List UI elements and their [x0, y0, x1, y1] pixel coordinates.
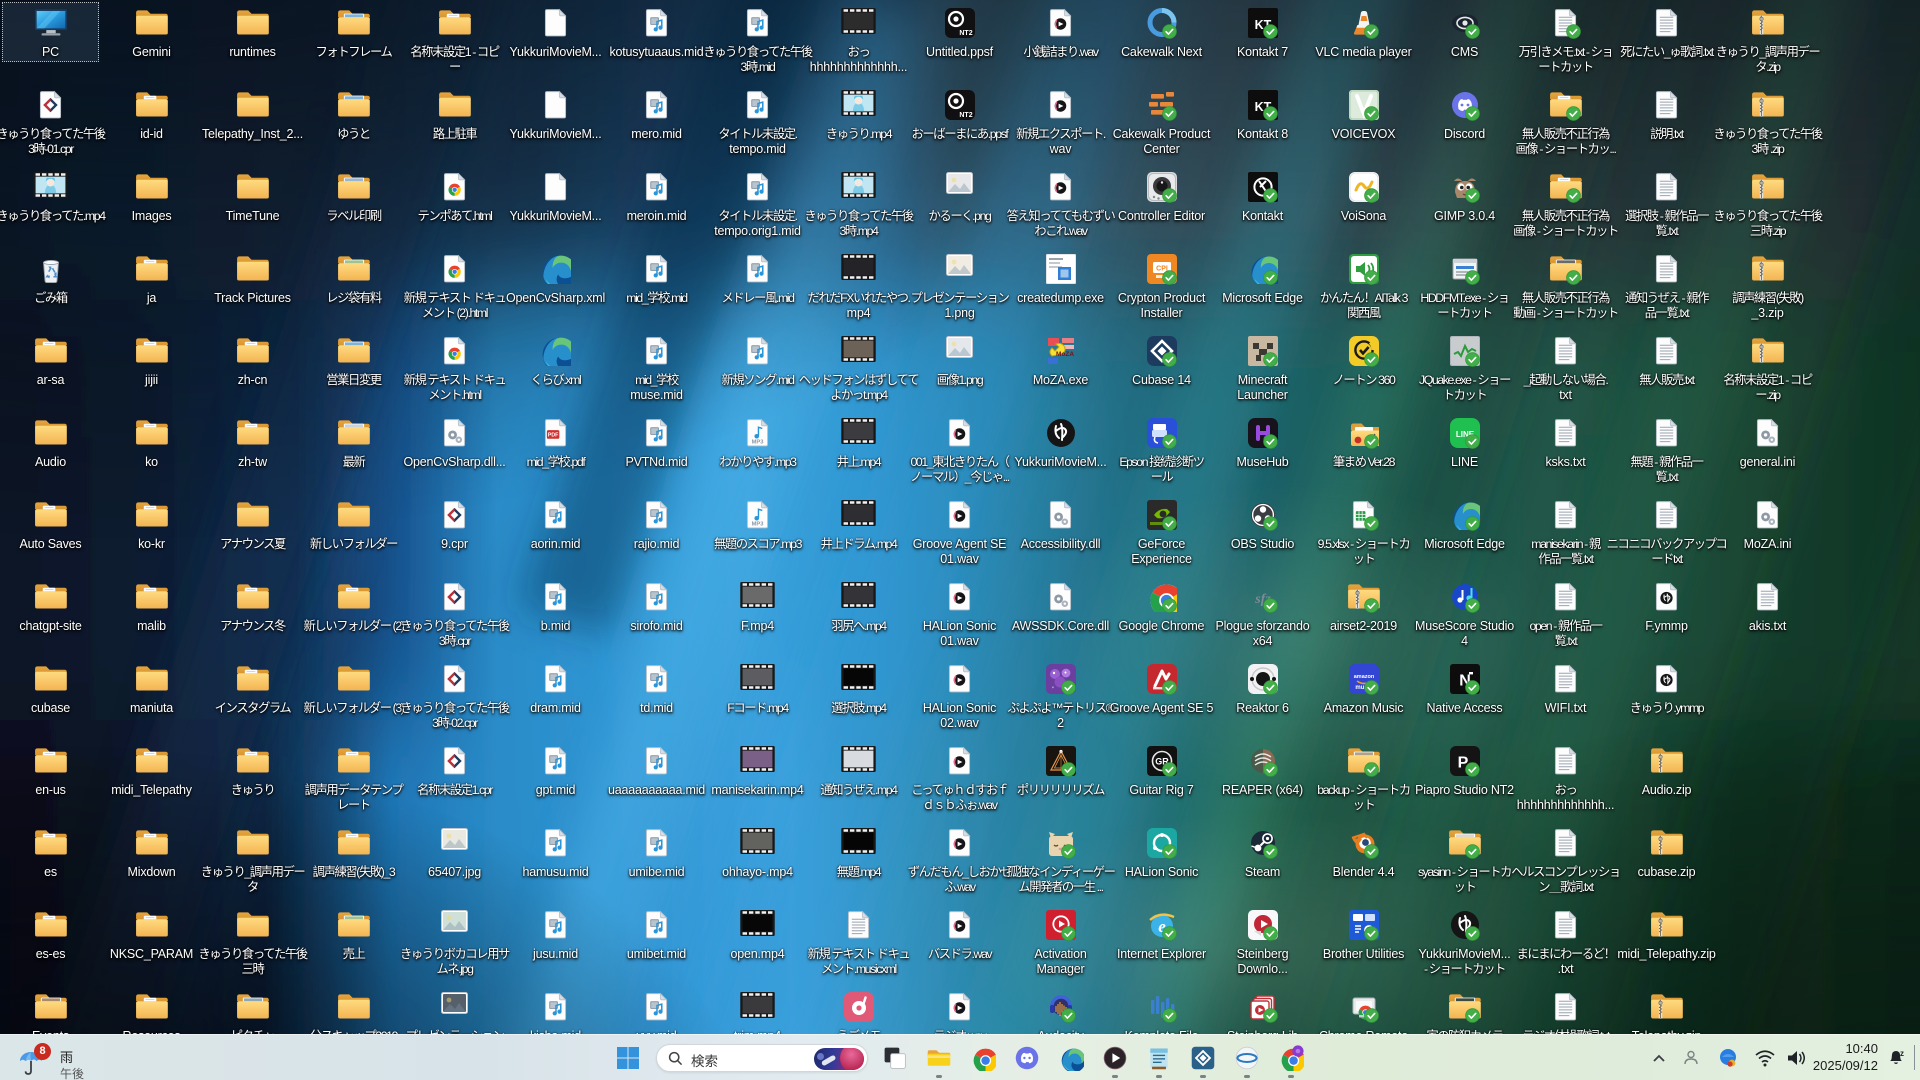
svg-text:NT2: NT2	[959, 30, 972, 37]
svg-text:z: z	[1900, 1049, 1904, 1058]
svg-text:MoZA: MoZA	[1055, 351, 1073, 358]
svg-text:PDF: PDF	[548, 433, 559, 439]
svg-text:NT2: NT2	[959, 112, 972, 119]
